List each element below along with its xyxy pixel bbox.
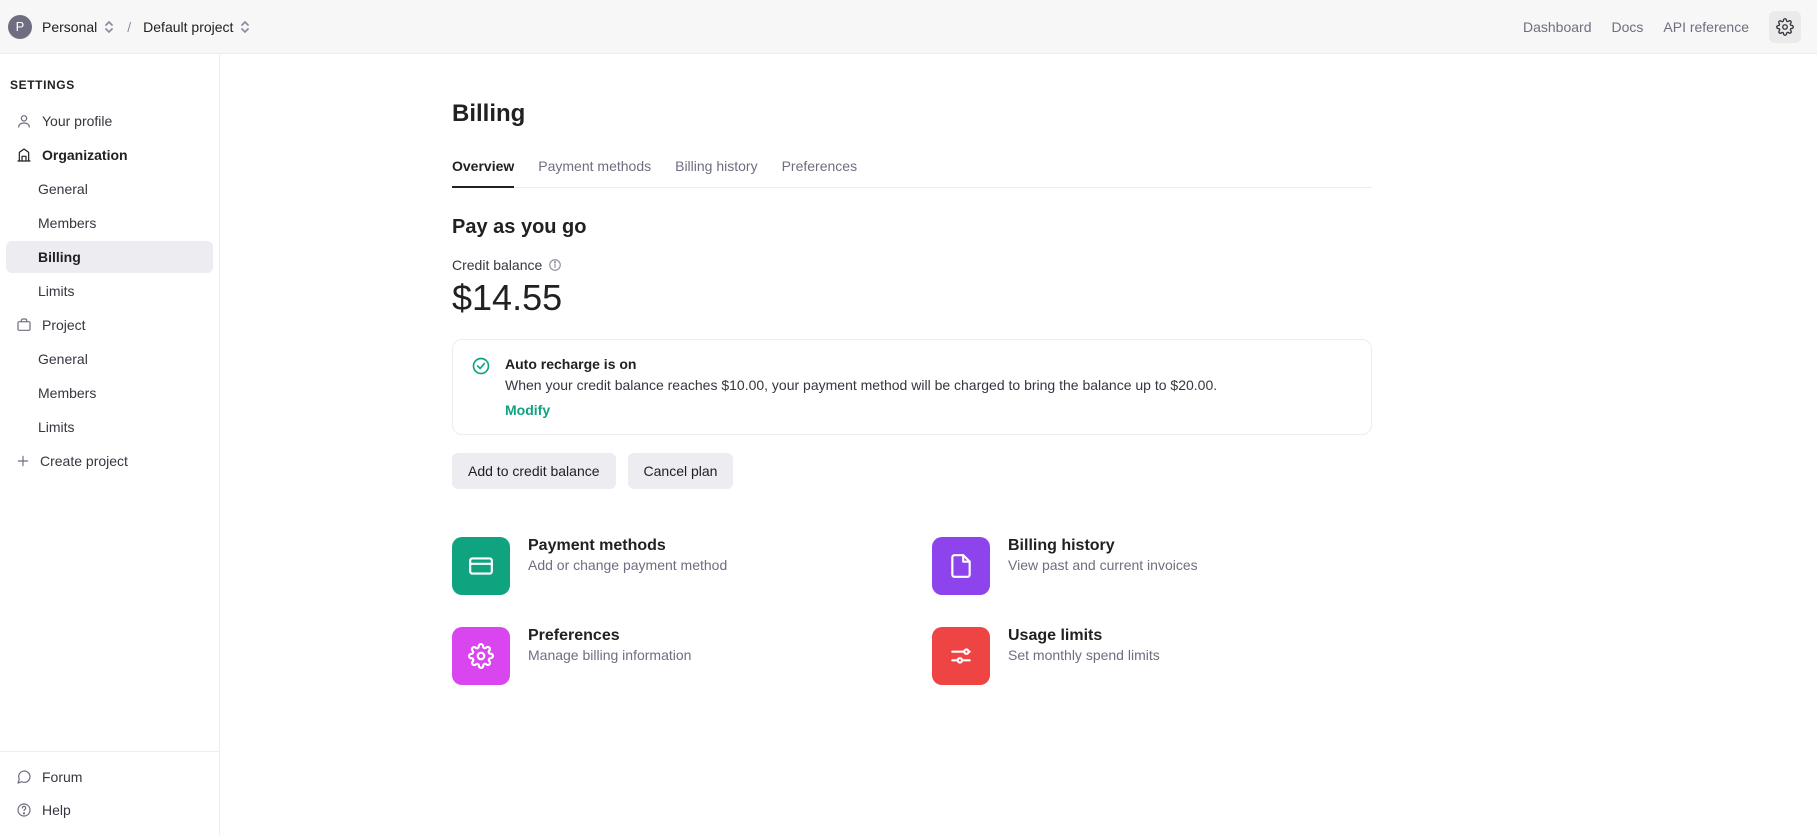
sidebar-item-proj-general[interactable]: General [6,343,213,375]
sidebar-item-label: Forum [42,769,82,785]
check-circle-icon [471,356,491,418]
sidebar-item-label: General [38,351,88,367]
breadcrumb-project[interactable]: Default project [139,15,255,39]
settings-button[interactable] [1769,11,1801,43]
tabs: Overview Payment methods Billing history… [452,152,1372,188]
card-desc: Add or change payment method [528,557,727,573]
card-text: Payment methods Add or change payment me… [528,537,727,595]
sidebar-item-label: Create project [40,453,128,469]
sidebar-item-create-project[interactable]: Create project [6,445,213,477]
add-credit-button[interactable]: Add to credit balance [452,453,616,489]
modify-link[interactable]: Modify [505,402,1353,418]
briefcase-icon [16,317,32,333]
page-title: Billing [452,100,1372,128]
sidebar-item-help[interactable]: Help [6,794,213,826]
gear-icon [1776,18,1794,36]
card-title: Usage limits [1008,627,1160,645]
cancel-plan-button[interactable]: Cancel plan [628,453,734,489]
card-payment-methods[interactable]: Payment methods Add or change payment me… [452,537,892,595]
sliders-icon [932,627,990,685]
layout: SETTINGS Your profile Organization Gener… [0,54,1817,835]
credit-card-icon [452,537,510,595]
card-title: Preferences [528,627,691,645]
tab-billing-history[interactable]: Billing history [675,152,757,188]
breadcrumb-project-label: Default project [143,19,233,35]
card-text: Billing history View past and current in… [1008,537,1198,595]
card-desc: Manage billing information [528,647,691,663]
card-text: Usage limits Set monthly spend limits [1008,627,1160,685]
document-icon [932,537,990,595]
notice-title: Auto recharge is on [505,356,1353,372]
button-row: Add to credit balance Cancel plan [452,453,1372,489]
tab-overview[interactable]: Overview [452,152,514,188]
card-usage-limits[interactable]: Usage limits Set monthly spend limits [932,627,1372,685]
info-icon[interactable] [548,258,562,272]
sidebar-item-label: Help [42,802,71,818]
nav-docs[interactable]: Docs [1611,19,1643,35]
avatar[interactable]: P [8,15,32,39]
sidebar-item-label: Billing [38,249,81,265]
breadcrumb: P Personal / Default project [8,15,255,39]
header-nav: Dashboard Docs API reference [1523,11,1801,43]
top-header: P Personal / Default project Dashboard D… [0,0,1817,54]
card-preferences[interactable]: Preferences Manage billing information [452,627,892,685]
card-title: Billing history [1008,537,1198,555]
chat-icon [16,769,32,785]
card-desc: View past and current invoices [1008,557,1198,573]
sidebar-item-label: Limits [38,283,75,299]
notice-body: Auto recharge is on When your credit bal… [505,356,1353,418]
chevron-up-down-icon [239,20,251,34]
breadcrumb-org-label: Personal [42,19,97,35]
auto-recharge-notice: Auto recharge is on When your credit bal… [452,339,1372,435]
plus-icon [16,454,30,468]
tab-preferences[interactable]: Preferences [782,152,857,188]
breadcrumb-separator: / [125,19,133,35]
gear-icon [452,627,510,685]
sidebar-item-label: Limits [38,419,75,435]
sidebar: SETTINGS Your profile Organization Gener… [0,54,220,835]
main: Billing Overview Payment methods Billing… [220,54,1817,835]
card-billing-history[interactable]: Billing history View past and current in… [932,537,1372,595]
sidebar-item-org-members[interactable]: Members [6,207,213,239]
sidebar-footer: Forum Help [0,751,219,835]
sidebar-item-org-general[interactable]: General [6,173,213,205]
cards-grid: Payment methods Add or change payment me… [452,537,1372,685]
sidebar-item-proj-limits[interactable]: Limits [6,411,213,443]
sidebar-item-org-limits[interactable]: Limits [6,275,213,307]
balance-amount: $14.55 [452,277,1372,319]
card-title: Payment methods [528,537,727,555]
sidebar-item-label: Organization [42,147,128,163]
spacer [0,478,219,751]
building-icon [16,147,32,163]
balance-label: Credit balance [452,257,542,273]
sidebar-item-label: Members [38,215,96,231]
sidebar-item-forum[interactable]: Forum [6,761,213,793]
balance-label-row: Credit balance [452,257,1372,273]
sidebar-item-project[interactable]: Project [6,309,213,341]
sidebar-item-your-profile[interactable]: Your profile [6,105,213,137]
section-title: Pay as you go [452,216,1372,239]
sidebar-item-organization[interactable]: Organization [6,139,213,171]
chevron-up-down-icon [103,20,115,34]
sidebar-item-label: Project [42,317,86,333]
sidebar-item-label: Members [38,385,96,401]
notice-desc: When your credit balance reaches $10.00,… [505,376,1353,396]
card-text: Preferences Manage billing information [528,627,691,685]
sidebar-item-label: Your profile [42,113,112,129]
help-icon [16,802,32,818]
person-icon [16,113,32,129]
card-desc: Set monthly spend limits [1008,647,1160,663]
content: Billing Overview Payment methods Billing… [452,100,1372,795]
breadcrumb-org[interactable]: Personal [38,15,119,39]
tab-payment-methods[interactable]: Payment methods [538,152,651,188]
sidebar-heading: SETTINGS [0,78,219,104]
sidebar-item-org-billing[interactable]: Billing [6,241,213,273]
sidebar-item-proj-members[interactable]: Members [6,377,213,409]
nav-dashboard[interactable]: Dashboard [1523,19,1592,35]
sidebar-item-label: General [38,181,88,197]
nav-api-reference[interactable]: API reference [1663,19,1749,35]
